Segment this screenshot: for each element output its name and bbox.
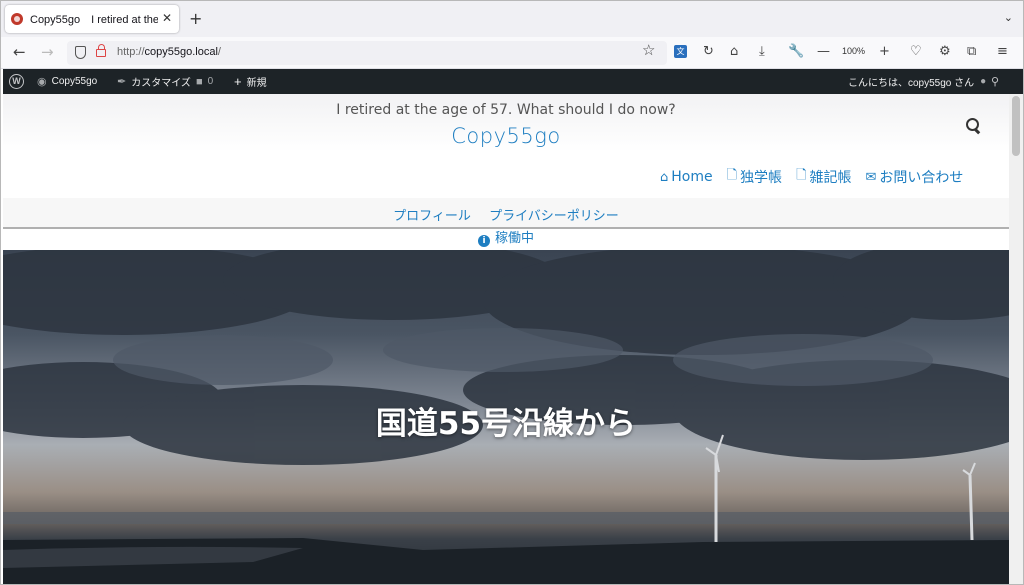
- tab-title: Copy55go I retired at the age: [30, 14, 158, 26]
- notice-bar[interactable]: i 稼働中: [3, 229, 1009, 250]
- chevron-down-icon[interactable]: ⌄: [1004, 11, 1013, 24]
- bookmark-star-icon[interactable]: ☆: [642, 41, 655, 59]
- secondary-nav: プロフィール プライバシーポリシー: [3, 198, 1009, 229]
- nav-item-label: お問い合わせ: [879, 170, 964, 186]
- search-icon: ⚲: [991, 76, 1000, 88]
- page-scrollbar[interactable]: [1009, 94, 1023, 584]
- user-avatar-icon: ●: [980, 76, 987, 87]
- global-nav: ⌂ Home 🗋 独学帳 🗋 雑記帳 ✉ お問い合わせ: [660, 166, 963, 188]
- browser-window: Copy55go I retired at the age ✕ + ⌄ ← → …: [0, 0, 1024, 585]
- url-text[interactable]: http://copy55go.local/: [117, 46, 221, 58]
- home-icon[interactable]: ⌂: [730, 44, 738, 60]
- nav-item-self-study[interactable]: 🗋 独学帳: [727, 166, 782, 188]
- tab-strip: Copy55go I retired at the age ✕ + ⌄: [1, 1, 1023, 37]
- notice-text: 稼働中: [494, 231, 534, 246]
- comment-bubble-icon: ■: [196, 75, 203, 88]
- nav-item-contact[interactable]: ✉ お問い合わせ: [866, 166, 964, 188]
- translate-icon[interactable]: 文: [674, 45, 687, 58]
- nav-item-home[interactable]: ⌂ Home: [660, 166, 713, 188]
- tools-wrench-icon[interactable]: 🔧: [788, 44, 804, 60]
- paintbrush-icon: ✒: [117, 76, 127, 88]
- wordpress-logo-icon: W: [9, 74, 24, 89]
- dashboard-gauge-icon: ◉: [37, 76, 47, 88]
- zoom-out-icon[interactable]: —: [817, 44, 830, 60]
- back-button[interactable]: ←: [13, 43, 26, 61]
- adminbar-customize-label: カスタマイズ: [131, 78, 191, 89]
- document-icon: 🗋: [796, 168, 807, 183]
- home-icon: ⌂: [660, 169, 669, 185]
- hero-title: 国道55号沿線から: [375, 406, 637, 442]
- nav-item-notes[interactable]: 🗋 雑記帳: [796, 166, 851, 188]
- nav-item-label: Home: [671, 169, 713, 185]
- forward-button[interactable]: →: [41, 43, 54, 61]
- adminbar-greeting: こんにちは、copy55go さん: [848, 78, 975, 89]
- settings-gear-icon[interactable]: ⚙: [939, 44, 951, 60]
- document-icon: 🗋: [726, 168, 738, 183]
- browser-tab-active[interactable]: Copy55go I retired at the age ✕: [5, 5, 179, 33]
- adminbar-search[interactable]: ⚲: [991, 69, 999, 94]
- wp-logo-menu[interactable]: W: [9, 69, 24, 94]
- hero-image: 国道55号沿線から: [3, 250, 1009, 584]
- pocket-icon[interactable]: ♡: [910, 44, 922, 60]
- close-tab-icon[interactable]: ✕: [162, 11, 172, 25]
- nav-item-label: 独学帳: [740, 170, 783, 186]
- reload-icon[interactable]: ↻: [703, 44, 714, 60]
- scrollbar-thumb[interactable]: [1012, 96, 1020, 156]
- site-header: I retired at the age of 57. What should …: [3, 94, 1009, 198]
- nav-item-label: 雑記帳: [809, 170, 852, 186]
- adminbar-site-label: Copy55go: [51, 76, 98, 87]
- secondary-nav-links: プロフィール プライバシーポリシー: [3, 205, 1009, 224]
- insecure-lock-icon[interactable]: [96, 44, 106, 57]
- adminbar-comments[interactable]: ■ 0: [196, 69, 213, 94]
- adminbar-my-account[interactable]: こんにちは、copy55go さん ●: [848, 69, 986, 94]
- wp-admin-bar: W ◉ Copy55go ✒ カスタマイズ ■ 0 + 新規 こんにちは、cop…: [3, 69, 1023, 94]
- address-bar[interactable]: http://copy55go.local/: [67, 41, 667, 65]
- search-icon[interactable]: [966, 118, 982, 134]
- adminbar-site-name[interactable]: ◉ Copy55go: [37, 69, 97, 94]
- site-favicon-icon: [11, 13, 23, 25]
- comments-count: 0: [207, 76, 214, 87]
- extensions-icon[interactable]: ⧉: [967, 44, 976, 60]
- zoom-level[interactable]: 100%: [842, 46, 865, 56]
- adminbar-customize[interactable]: ✒ カスタマイズ: [117, 69, 191, 94]
- shield-icon[interactable]: [75, 46, 86, 59]
- subnav-item-privacy-policy[interactable]: プライバシーポリシー: [489, 209, 619, 224]
- adminbar-new[interactable]: + 新規: [234, 69, 267, 94]
- plus-icon: +: [234, 74, 242, 89]
- subnav-item-profile[interactable]: プロフィール: [393, 209, 471, 224]
- navigation-toolbar: ← → http://copy55go.local/ ☆ 文 ↻ ⌂ ⤓ 🔧 —…: [1, 37, 1023, 69]
- new-tab-button[interactable]: +: [189, 9, 202, 28]
- info-icon: i: [477, 235, 490, 247]
- menu-icon[interactable]: ≡: [997, 44, 1008, 60]
- site-title[interactable]: Copy55go: [3, 124, 1009, 148]
- adminbar-new-label: 新規: [246, 78, 267, 89]
- downloads-icon[interactable]: ⤓: [759, 44, 765, 60]
- envelope-icon: ✉: [865, 169, 877, 185]
- zoom-in-icon[interactable]: +: [879, 44, 890, 60]
- site-tagline: I retired at the age of 57. What should …: [336, 102, 676, 118]
